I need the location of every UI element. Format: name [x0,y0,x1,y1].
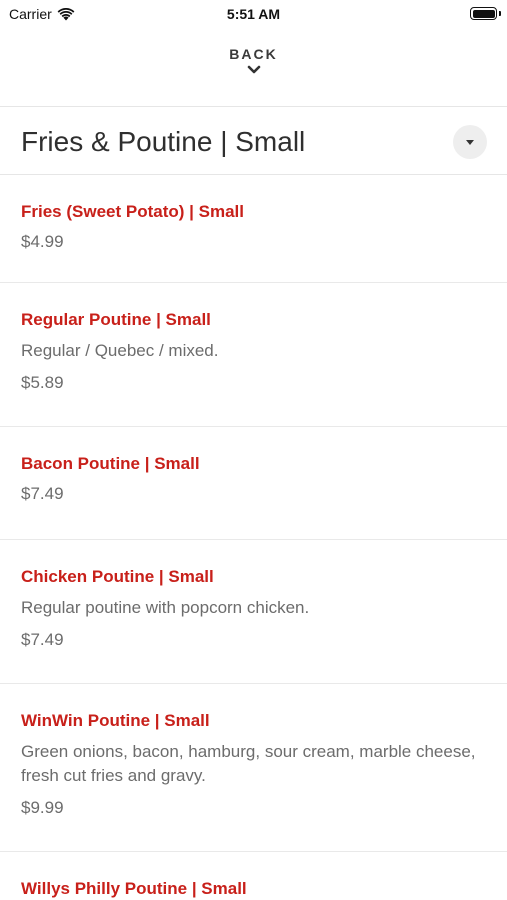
menu-item[interactable]: WinWin Poutine | Small Green onions, bac… [0,684,507,852]
item-name: Bacon Poutine | Small [21,454,200,473]
chevron-down-icon [247,65,260,74]
item-price: $5.89 [21,373,64,392]
item-name: Willys Philly Poutine | Small [21,879,247,898]
item-price: $4.99 [21,232,64,251]
item-description: Green onions, bacon, hamburg, sour cream… [21,742,476,785]
back-button[interactable]: BACK [0,46,507,75]
battery-level [472,9,495,18]
category-dropdown-button[interactable] [453,125,487,159]
menu-item[interactable]: Bacon Poutine | Small $7.49 [0,427,507,540]
menu-list: Fries (Sweet Potato) | Small $4.99 Regul… [0,175,507,900]
item-name: WinWin Poutine | Small [21,711,210,730]
battery-icon [470,7,497,20]
item-description: Regular poutine with popcorn chicken. [21,598,310,617]
item-price: $7.49 [21,630,64,649]
status-bar: Carrier 5:51 AM [0,0,507,28]
item-price: $9.99 [21,798,64,817]
menu-item[interactable]: Regular Poutine | Small Regular / Quebec… [0,283,507,427]
item-name: Chicken Poutine | Small [21,567,214,586]
item-name: Regular Poutine | Small [21,310,211,329]
item-price: $7.49 [21,484,64,503]
header-divider [0,106,507,107]
item-name: Fries (Sweet Potato) | Small [21,202,244,221]
menu-item[interactable]: Willys Philly Poutine | Small [0,852,507,900]
item-description: Regular / Quebec / mixed. [21,341,219,360]
caret-down-icon [466,139,474,145]
category-header: Fries & Poutine | Small [0,108,507,174]
menu-item[interactable]: Chicken Poutine | Small Regular poutine … [0,540,507,684]
battery-tip [499,11,501,16]
status-time: 5:51 AM [226,6,281,22]
back-label: BACK [229,46,278,62]
menu-item[interactable]: Fries (Sweet Potato) | Small $4.99 [0,175,507,283]
category-title: Fries & Poutine | Small [21,126,306,157]
